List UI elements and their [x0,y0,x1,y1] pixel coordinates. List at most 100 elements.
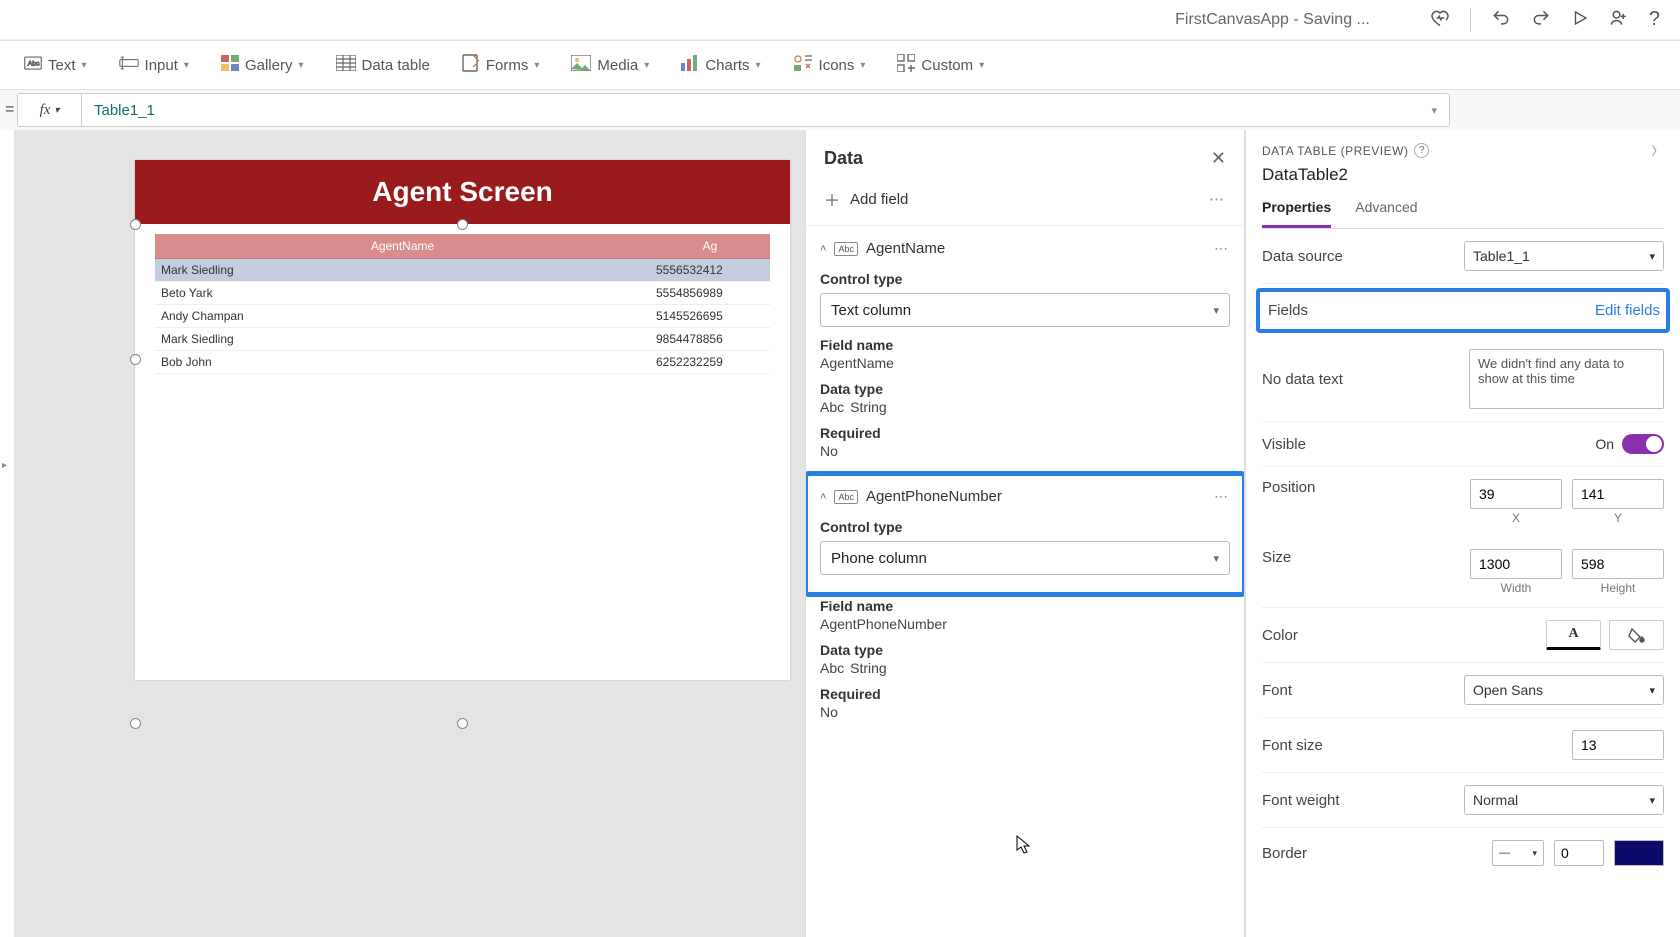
chevron-down-icon: ▾ [860,60,865,71]
control-type-label: Control type [820,519,1230,535]
input-icon [119,55,139,75]
size-width-input[interactable] [1470,549,1562,579]
screen-title: Agent Screen [135,160,790,224]
canvas-screen[interactable]: Agent Screen AgentName Ag Mark Siedling5… [135,160,790,680]
data-pane: Data ✕ ＋ Add field ⋯ ˄ Abc AgentName ⋯ C… [805,130,1245,937]
help-icon[interactable]: ? [1414,143,1429,158]
column-header[interactable]: Ag [650,234,770,259]
ribbon-text[interactable]: Abc Text▾ [24,56,87,74]
border-width-input[interactable] [1554,840,1604,866]
tab-advanced[interactable]: Advanced [1355,193,1417,228]
font-label: Font [1262,682,1292,699]
canvas-area[interactable]: Agent Screen AgentName Ag Mark Siedling5… [15,130,805,937]
chevron-down-icon: ▾ [1649,794,1655,807]
position-label: Position [1262,479,1315,496]
field-header[interactable]: ˄ Abc AgentName ⋯ [820,236,1230,261]
field-name-value: AgentPhoneNumber [820,616,1230,632]
more-icon[interactable]: ⋯ [1214,240,1230,257]
datasource-label: Data source [1262,248,1343,265]
data-type-label: Data type [820,381,1230,397]
fx-button[interactable]: fx▾ [17,93,82,127]
resize-handle[interactable] [130,354,141,365]
position-y-input[interactable] [1572,479,1664,509]
ribbon-icons[interactable]: Icons▾ [793,54,866,76]
resize-handle[interactable] [457,718,468,729]
fontweight-select[interactable]: Normal ▾ [1464,785,1664,815]
table-row[interactable]: Bob John6252232259 [155,351,770,374]
fill-color-button[interactable] [1609,620,1664,650]
fontsize-label: Font size [1262,737,1323,754]
play-icon[interactable] [1571,9,1589,30]
ribbon-forms[interactable]: Forms▾ [462,54,540,76]
required-label: Required [820,425,1230,441]
help-icon[interactable]: ? [1649,8,1660,31]
left-rail: ▸ [0,130,15,937]
control-type-select[interactable]: Phone column ▾ [820,541,1230,575]
border-style-select[interactable]: —▾ [1492,840,1544,866]
more-icon[interactable]: ⋯ [1209,190,1226,208]
resize-handle[interactable] [130,718,141,729]
svg-text:Abc: Abc [28,60,40,67]
expand-icon[interactable]: 〉 [1651,142,1664,159]
properties-pane: DATA TABLE (PREVIEW) ? 〉 DataTable2 Prop… [1245,130,1680,937]
nodata-text-input[interactable]: We didn't find any data to show at this … [1469,349,1664,409]
health-icon[interactable] [1430,8,1450,31]
app-title: FirstCanvasApp - Saving ... [1175,11,1370,29]
border-color-button[interactable] [1614,840,1664,866]
ribbon-gallery[interactable]: Gallery▾ [221,55,304,75]
table-row[interactable]: Andy Champan5145526695 [155,305,770,328]
abc-icon: Abc [820,399,844,415]
formula-input[interactable]: Table1_1 ▾ [82,93,1450,127]
redo-icon[interactable] [1531,8,1551,31]
control-name: DataTable2 [1262,165,1664,185]
font-select[interactable]: Open Sans ▾ [1464,675,1664,705]
close-icon[interactable]: ✕ [1211,148,1226,169]
chevron-down-icon: ▾ [534,60,539,71]
table-row[interactable]: Mark Siedling9854478856 [155,328,770,351]
column-header[interactable]: AgentName [155,234,650,259]
resize-handle[interactable] [130,219,141,230]
gallery-icon [221,55,239,75]
field-agentname: ˄ Abc AgentName ⋯ Control type Text colu… [806,226,1244,474]
required-label: Required [820,686,1230,702]
field-agentphonenumber-cont: Field name AgentPhoneNumber Data type Ab… [806,594,1244,734]
required-value: No [820,704,1230,720]
ribbon-media[interactable]: Media▾ [571,55,649,75]
data-table-control[interactable]: AgentName Ag Mark Siedling5556532412 Bet… [135,224,790,384]
font-color-button[interactable]: A [1546,620,1601,650]
field-header[interactable]: ˄ Abc AgentPhoneNumber ⋯ [820,484,1230,509]
left-expand-handle[interactable]: ▸ [2,460,7,471]
chevron-down-icon: ▾ [298,60,303,71]
chevron-down-icon: ▾ [184,60,189,71]
table-row[interactable]: Beto Yark5554856989 [155,282,770,305]
resize-handle[interactable] [457,219,468,230]
share-icon[interactable] [1609,8,1629,31]
chevron-down-icon: ▾ [1213,304,1219,317]
ribbon-datatable[interactable]: Data table [336,55,430,75]
datasource-select[interactable]: Table1_1 ▾ [1464,241,1664,271]
chevron-down-icon: ▾ [1649,684,1655,697]
ribbon-charts[interactable]: Charts▾ [681,55,760,75]
field-agentphonenumber: ˄ Abc AgentPhoneNumber ⋯ Control type Ph… [806,474,1244,594]
size-height-input[interactable] [1572,549,1664,579]
table-row[interactable]: Mark Siedling5556532412 [155,259,770,282]
position-x-input[interactable] [1470,479,1562,509]
fontsize-input[interactable] [1572,730,1664,760]
more-icon[interactable]: ⋯ [1214,488,1230,505]
ribbon-custom[interactable]: Custom▾ [897,54,984,76]
field-name-label: Field name [820,598,1230,614]
control-type-select[interactable]: Text column ▾ [820,293,1230,327]
edit-fields-link[interactable]: Edit fields [1595,302,1660,319]
chevron-up-icon[interactable]: ˄ [820,491,826,503]
ribbon-input[interactable]: Input▾ [119,55,189,75]
data-table: AgentName Ag Mark Siedling5556532412 Bet… [155,234,770,374]
charts-icon [681,55,699,75]
undo-icon[interactable] [1491,8,1511,31]
expand-formula-icon[interactable]: ▾ [1431,104,1437,117]
fields-label: Fields [1268,302,1308,319]
visible-toggle[interactable] [1622,434,1664,454]
chevron-up-icon[interactable]: ˄ [820,243,826,255]
add-field-button[interactable]: ＋ Add field ⋯ [806,179,1244,226]
tab-properties[interactable]: Properties [1262,193,1331,228]
abc-icon: Abc [834,490,858,504]
